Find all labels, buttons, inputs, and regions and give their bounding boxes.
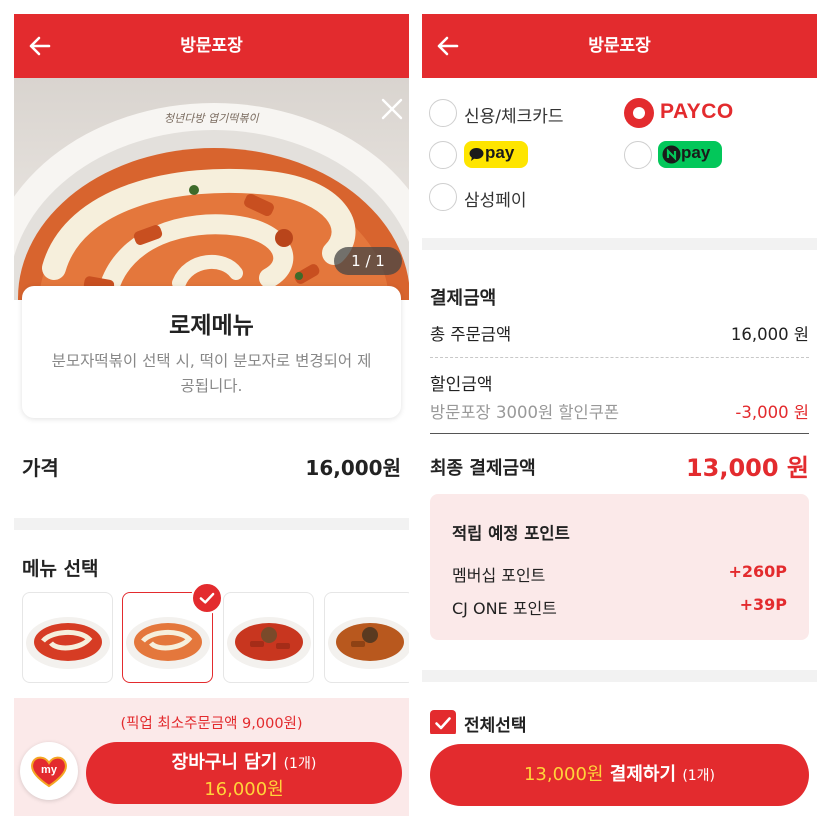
discount-description: 방문포장 3000원 할인쿠폰 xyxy=(430,403,620,422)
select-all-label: 전체선택 xyxy=(464,716,527,736)
speech-bubble-icon xyxy=(469,148,484,161)
jjajang-tteokbokki-thumb xyxy=(328,617,409,669)
card-pay-label: 신용/체크카드 xyxy=(464,107,564,127)
menu-description: 분모자떡볶이 선택 시, 떡이 분모자로 변경되어 제공됩니다. xyxy=(51,352,372,395)
cart-price: 16,000원 xyxy=(204,779,284,800)
page-title: 방문포장 xyxy=(588,36,651,56)
naverpay-label: pay xyxy=(681,143,711,162)
price-value: 16,000원 xyxy=(305,456,401,480)
my-badge-text: my xyxy=(41,764,58,776)
kakaopay-logo[interactable]: pay xyxy=(464,141,528,168)
section-divider xyxy=(422,238,817,250)
rose-tteokbokki-thumb xyxy=(26,617,110,669)
menu-option-thumb[interactable] xyxy=(223,592,314,683)
membership-point-label: 멤버십 포인트 xyxy=(452,566,546,585)
radio-card[interactable] xyxy=(429,99,457,127)
cart-bottom-bar: (픽업 최소주문금액 9,000원) my 장바구니 담기 (1개) 16,00… xyxy=(14,698,409,816)
payco-label: PAYCO xyxy=(660,100,734,123)
discount-label: 할인금액 xyxy=(430,375,493,395)
menu-option-thumb[interactable] xyxy=(324,592,409,683)
image-pager: 1 / 1 xyxy=(334,247,402,275)
radio-samsungpay[interactable] xyxy=(429,183,457,211)
total-label: 총 주문금액 xyxy=(430,325,512,344)
app-header: 방문포장 xyxy=(422,14,817,78)
cjone-point-value: +39P xyxy=(739,595,787,614)
payment-amount-title: 결제금액 xyxy=(430,288,497,309)
final-amount-value: 13,000 원 xyxy=(685,454,809,482)
radio-kakaopay[interactable] xyxy=(429,141,457,169)
kakaopay-label: pay xyxy=(485,143,515,162)
total-order-row: 총 주문금액 16,000 원 xyxy=(430,321,809,345)
dashed-divider xyxy=(430,357,809,358)
cart-count: (1개) xyxy=(283,756,317,772)
final-amount-label: 최종 결제금액 xyxy=(430,458,536,479)
cjone-point-row: CJ ONE 포인트 +39P xyxy=(452,595,787,619)
samsungpay-label: 삼성페이 xyxy=(464,191,527,211)
section-divider xyxy=(422,670,817,682)
points-box: 적립 예정 포인트 멤버십 포인트 +260P CJ ONE 포인트 +39P xyxy=(430,494,809,640)
min-order-notice: (픽업 최소주문금액 9,000원) xyxy=(120,716,303,732)
menu-name: 로제메뉴 xyxy=(169,313,254,339)
total-value: 16,000 원 xyxy=(730,325,809,344)
menu-detail-screen: 방문포장 청년다방 엽기떡볶이 1 / 1 로제메뉴 분모자떡볶이 선택 시, … xyxy=(14,14,409,816)
brand-print-on-bowl: 청년다방 엽기떡볶이 xyxy=(164,112,259,125)
check-icon xyxy=(191,582,223,614)
discount-row: 방문포장 3000원 할인쿠폰 -3,000 원 xyxy=(430,399,809,423)
payment-screen: 방문포장 신용/체크카드 PAYCO pay pay 삼성페이 결제금액 총 주… xyxy=(422,14,817,816)
payco-logo-icon xyxy=(624,98,654,128)
menu-option-thumb[interactable] xyxy=(22,592,113,683)
naverpay-logo[interactable]: pay xyxy=(658,141,722,168)
close-icon[interactable] xyxy=(379,96,405,122)
naver-n-icon xyxy=(662,145,681,164)
membership-point-row: 멤버십 포인트 +260P xyxy=(452,562,787,586)
price-label: 가격 xyxy=(22,456,59,480)
section-divider xyxy=(14,518,409,530)
cart-button-label: 장바구니 담기 xyxy=(171,752,278,773)
pay-button[interactable]: 13,000원 결제하기 (1개) xyxy=(430,744,809,806)
add-to-cart-button[interactable]: 장바구니 담기 (1개) 16,000원 xyxy=(86,742,402,804)
spicy-tteokbokki-thumb xyxy=(227,617,311,669)
select-all-checkbox[interactable] xyxy=(430,710,456,736)
my-heart-button[interactable]: my xyxy=(20,742,78,800)
pay-bottom-bar: 13,000원 결제하기 (1개) xyxy=(422,734,817,816)
discount-value: -3,000 원 xyxy=(735,403,809,422)
pay-count: (1개) xyxy=(682,768,716,784)
radio-naverpay[interactable] xyxy=(624,141,652,169)
app-header: 방문포장 xyxy=(14,14,409,78)
page-title: 방문포장 xyxy=(180,36,243,56)
points-title: 적립 예정 포인트 xyxy=(452,524,570,543)
cjone-point-label: CJ ONE 포인트 xyxy=(452,599,557,618)
membership-point-value: +260P xyxy=(728,562,787,581)
solid-divider xyxy=(430,433,809,434)
heart-icon: my xyxy=(31,756,67,788)
menu-info-card: 로제메뉴 분모자떡볶이 선택 시, 떡이 분모자로 변경되어 제공됩니다. xyxy=(22,286,401,418)
pay-amount: 13,000원 xyxy=(523,764,604,785)
price-row: 가격 16,000원 xyxy=(22,452,401,482)
pay-label: 결제하기 xyxy=(609,764,677,785)
menu-select-title: 메뉴 선택 xyxy=(22,558,99,580)
